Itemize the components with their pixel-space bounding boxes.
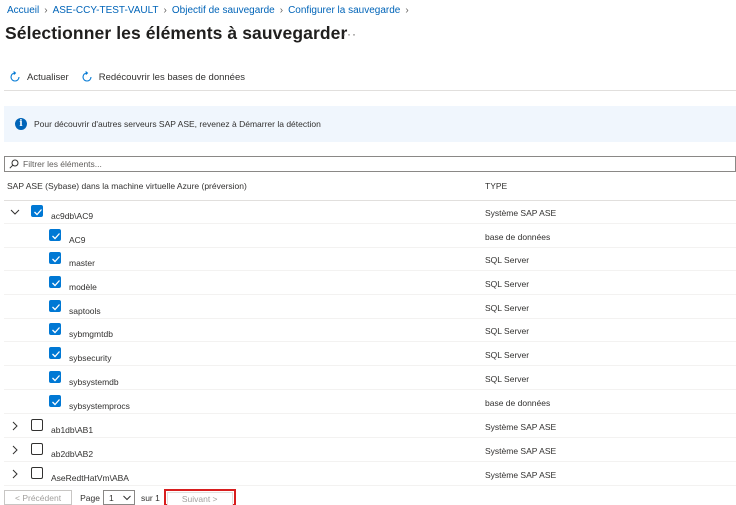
checkmark-icon xyxy=(52,351,60,358)
row-checkbox[interactable] xyxy=(49,252,61,264)
row-checkbox[interactable] xyxy=(31,443,43,455)
chevron-right-icon[interactable] xyxy=(10,469,20,479)
refresh-icon xyxy=(10,71,20,82)
pagination: < Précédent Page 1 sur 1 Suivant > xyxy=(4,489,236,505)
refresh-label: Actualiser xyxy=(27,71,69,83)
info-message: Pour découvrir d'autres serveurs SAP ASE… xyxy=(34,119,321,129)
chevron-right-icon[interactable] xyxy=(10,445,20,455)
row-checkbox[interactable] xyxy=(49,300,61,312)
checkmark-icon xyxy=(34,209,42,216)
checkmark-icon xyxy=(52,280,60,287)
search-icon xyxy=(9,159,19,169)
toolbar: Actualiser Redécouvrir les bases de donn… xyxy=(9,69,245,85)
breadcrumb: Accueil › ASE-CCY-TEST-VAULT › Objectif … xyxy=(7,3,414,17)
table-row[interactable]: sybsecurity SQL Server xyxy=(4,343,736,366)
info-icon: i xyxy=(15,118,27,130)
breadcrumb-separator-icon: › xyxy=(44,4,48,16)
toolbar-divider xyxy=(4,90,736,91)
row-checkbox[interactable] xyxy=(49,276,61,288)
table-row[interactable]: sybmgmtdb SQL Server xyxy=(4,319,736,342)
row-type: Système SAP ASE xyxy=(485,208,557,218)
column-header-name[interactable]: SAP ASE (Sybase) dans la machine virtuel… xyxy=(7,181,247,191)
row-checkbox[interactable] xyxy=(31,205,43,217)
rediscover-databases-button[interactable]: Redécouvrir les bases de données xyxy=(81,71,245,83)
table-row[interactable]: ab2db\AB2 Système SAP ASE xyxy=(4,439,736,462)
row-checkbox[interactable] xyxy=(49,347,61,359)
table-row[interactable]: saptools SQL Server xyxy=(4,296,736,319)
more-options-icon[interactable]: ··· xyxy=(342,27,357,41)
table-row[interactable]: ab1db\AB1 Système SAP ASE xyxy=(4,415,736,438)
breadcrumb-separator-icon: › xyxy=(279,4,284,16)
checkmark-icon xyxy=(52,375,60,382)
previous-button[interactable]: < Précédent xyxy=(4,490,73,505)
row-name: modèle xyxy=(69,282,97,292)
row-name: AC9 xyxy=(69,235,86,245)
row-type: Système SAP ASE xyxy=(485,446,557,456)
row-name: ab1db\AB1 xyxy=(51,425,94,435)
next-button[interactable]: Suivant > xyxy=(166,492,233,505)
checkmark-icon xyxy=(52,256,60,263)
row-type: SQL Server xyxy=(485,255,530,265)
grid-header: SAP ASE (Sybase) dans la machine virtuel… xyxy=(4,173,736,201)
checkmark-icon xyxy=(52,399,60,406)
next-button-highlight: Suivant > xyxy=(163,489,236,505)
chevron-right-icon[interactable] xyxy=(10,421,20,431)
table-row[interactable]: master SQL Server xyxy=(4,248,736,271)
row-checkbox[interactable] xyxy=(49,395,61,407)
page-select[interactable]: 1 xyxy=(102,490,135,505)
page-title: Sélectionner les éléments à sauvegarder xyxy=(5,23,348,43)
table-row[interactable]: sybsystemprocs base de données xyxy=(4,391,736,414)
checkmark-icon xyxy=(52,304,60,311)
row-checkbox[interactable] xyxy=(31,419,43,431)
row-checkbox[interactable] xyxy=(49,371,61,383)
row-type: SQL Server xyxy=(485,326,530,336)
row-checkbox[interactable] xyxy=(31,467,43,479)
page-label: Page xyxy=(80,492,100,503)
row-name: AseRedtHatVm\ABA xyxy=(51,473,129,483)
table-row[interactable]: sybsystemdb SQL Server xyxy=(4,367,736,390)
breadcrumb-backup-goal[interactable]: Objectif de sauvegarde xyxy=(172,5,275,16)
table-row[interactable]: ac9db\AC9 Système SAP ASE xyxy=(4,201,736,224)
table-row[interactable]: AC9 base de données xyxy=(4,225,736,248)
row-type: SQL Server xyxy=(485,350,530,360)
refresh-button[interactable]: Actualiser xyxy=(9,71,69,83)
row-name: saptools xyxy=(69,306,101,316)
row-type: base de données xyxy=(485,398,551,408)
rediscover-label: Redécouvrir les bases de données xyxy=(98,71,246,83)
page-select-value: 1 xyxy=(108,492,114,503)
breadcrumb-home[interactable]: Accueil xyxy=(7,5,39,16)
breadcrumb-separator-icon: › xyxy=(163,4,167,16)
column-header-type[interactable]: TYPE xyxy=(485,181,507,191)
row-type: Système SAP ASE xyxy=(485,422,557,432)
table-row[interactable]: AseRedtHatVm\ABA Système SAP ASE xyxy=(4,463,736,486)
page-count: sur 1 xyxy=(140,492,160,503)
checkmark-icon xyxy=(52,327,60,334)
checkmark-icon xyxy=(52,233,60,240)
row-type: SQL Server xyxy=(485,374,530,384)
table-row[interactable]: modèle SQL Server xyxy=(4,272,736,295)
row-type: SQL Server xyxy=(485,303,530,313)
row-name: sybsystemdb xyxy=(69,377,119,387)
filter-box xyxy=(4,156,736,172)
row-type: SQL Server xyxy=(485,279,530,289)
row-name: master xyxy=(69,258,95,268)
row-checkbox[interactable] xyxy=(49,229,61,241)
row-type: base de données xyxy=(485,232,551,242)
row-name: ab2db\AB2 xyxy=(51,449,94,459)
breadcrumb-separator-icon: › xyxy=(405,4,409,16)
row-type: Système SAP ASE xyxy=(485,470,557,480)
refresh-icon xyxy=(82,71,92,82)
breadcrumb-configure-backup[interactable]: Configurer la sauvegarde xyxy=(288,5,400,16)
filter-input[interactable] xyxy=(23,159,623,169)
breadcrumb-vault[interactable]: ASE-CCY-TEST-VAULT xyxy=(53,5,159,16)
info-banner: i Pour découvrir d'autres serveurs SAP A… xyxy=(4,106,736,142)
chevron-down-icon xyxy=(123,495,131,501)
chevron-down-icon[interactable] xyxy=(10,207,20,217)
row-name: sybsystemprocs xyxy=(69,401,130,411)
row-name: sybsecurity xyxy=(69,353,112,363)
row-checkbox[interactable] xyxy=(49,323,61,335)
row-name: ac9db\AC9 xyxy=(51,211,94,221)
row-name: sybmgmtdb xyxy=(69,329,113,339)
